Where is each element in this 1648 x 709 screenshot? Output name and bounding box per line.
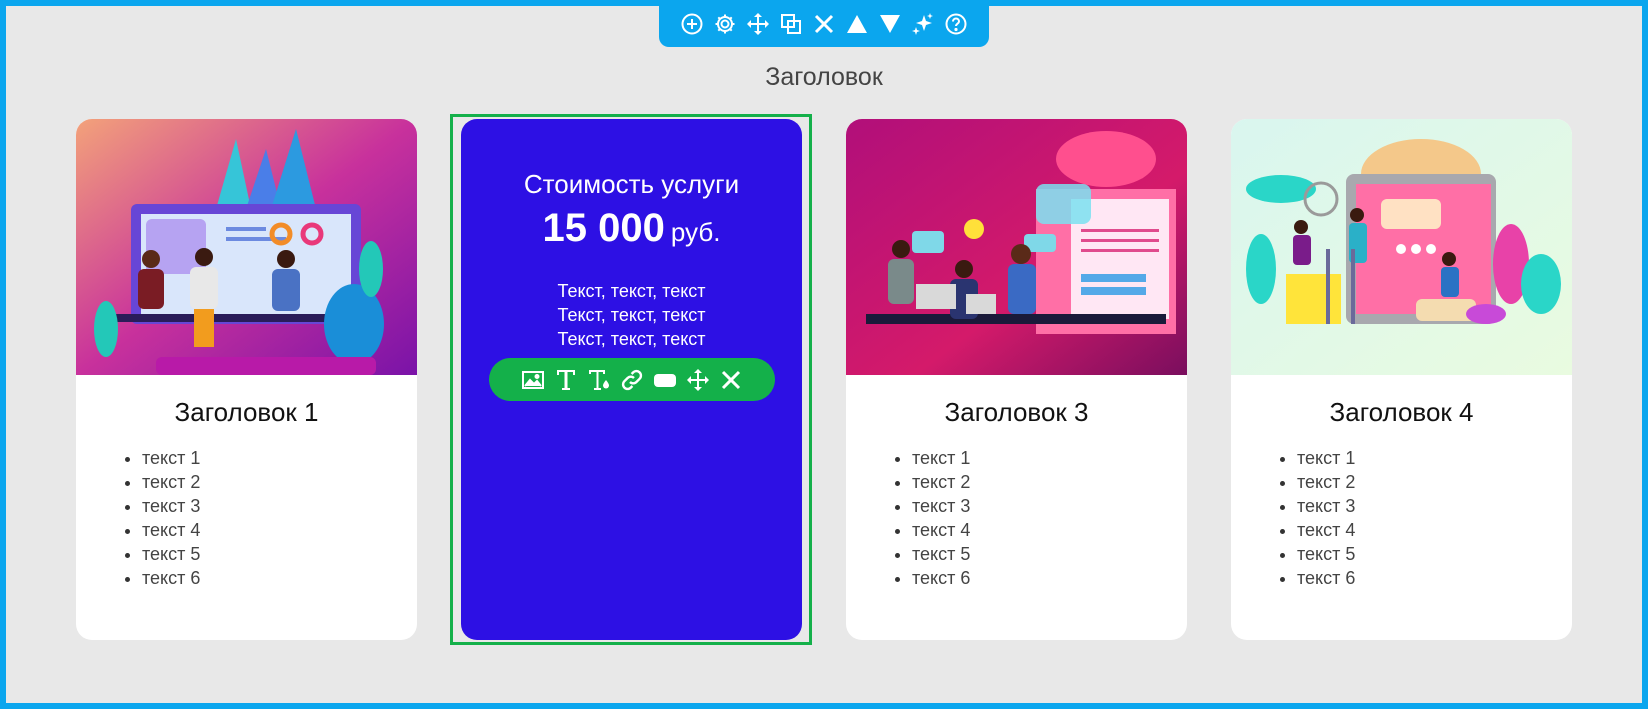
list-item[interactable]: текст 4 [912,518,1187,542]
list-item[interactable]: текст 4 [1297,518,1572,542]
price-heading[interactable]: Стоимость услуги [461,169,802,200]
list-item[interactable]: текст 5 [1297,542,1572,566]
arrow-down-icon[interactable] [877,11,903,37]
move-icon[interactable] [686,368,710,392]
service-card[interactable]: Заголовок 3 текст 1 текст 2 текст 3 текс… [846,119,1187,640]
help-icon[interactable] [943,11,969,37]
list-item[interactable]: текст 1 [1297,446,1572,470]
list-item[interactable]: текст 1 [142,446,417,470]
list-item[interactable]: текст 2 [1297,470,1572,494]
list-item[interactable]: текст 3 [1297,494,1572,518]
card-list: текст 1 текст 2 текст 3 текст 4 текст 5 … [846,446,1187,590]
price-amount[interactable]: 15 000 [543,206,665,250]
card-title[interactable]: Заголовок 4 [1231,397,1572,428]
block-toolbar [659,0,989,47]
text-color-icon[interactable] [587,368,611,392]
gear-icon[interactable] [712,11,738,37]
copy-icon[interactable] [778,11,804,37]
card-title[interactable]: Заголовок 1 [76,397,417,428]
list-item[interactable]: текст 6 [1297,566,1572,590]
price-text-line: Текст, текст, текст [557,281,706,301]
list-item[interactable]: текст 4 [142,518,417,542]
card-list: текст 1 текст 2 текст 3 текст 4 текст 5 … [76,446,417,590]
price-line: 15 000 руб. [461,206,802,251]
card-image[interactable] [76,119,417,375]
price-card[interactable]: Стоимость услуги 15 000 руб. Текст, текст… [461,119,802,640]
button-icon[interactable] [653,368,677,392]
list-item[interactable]: текст 2 [912,470,1187,494]
card-list: текст 1 текст 2 текст 3 текст 4 текст 5 … [1231,446,1572,590]
list-item[interactable]: текст 1 [912,446,1187,470]
service-card[interactable]: Заголовок 1 текст 1 текст 2 текст 3 текс… [76,119,417,640]
card-title[interactable]: Заголовок 3 [846,397,1187,428]
section-title[interactable]: Заголовок [0,63,1648,92]
price-description[interactable]: Текст, текст, текст Текст, текст, текст … [461,279,802,351]
add-icon[interactable] [679,11,705,37]
list-item[interactable]: текст 3 [142,494,417,518]
arrow-up-icon[interactable] [844,11,870,37]
card-image[interactable] [1231,119,1572,375]
list-item[interactable]: текст 5 [912,542,1187,566]
list-item[interactable]: текст 6 [912,566,1187,590]
price-currency[interactable]: руб. [671,217,721,247]
close-icon[interactable] [719,368,743,392]
link-icon[interactable] [620,368,644,392]
service-card[interactable]: Заголовок 4 текст 1 текст 2 текст 3 текс… [1231,119,1572,640]
text-icon[interactable] [554,368,578,392]
price-text-line: Текст, текст, текст [557,305,706,325]
close-icon[interactable] [811,11,837,37]
sparkle-icon[interactable] [910,11,936,37]
list-item[interactable]: текст 5 [142,542,417,566]
list-item[interactable]: текст 3 [912,494,1187,518]
move-icon[interactable] [745,11,771,37]
card-image[interactable] [846,119,1187,375]
element-toolbar [489,358,775,401]
list-item[interactable]: текст 6 [142,566,417,590]
price-text-line: Текст, текст, текст [557,329,706,349]
list-item[interactable]: текст 2 [142,470,417,494]
image-icon[interactable] [521,368,545,392]
